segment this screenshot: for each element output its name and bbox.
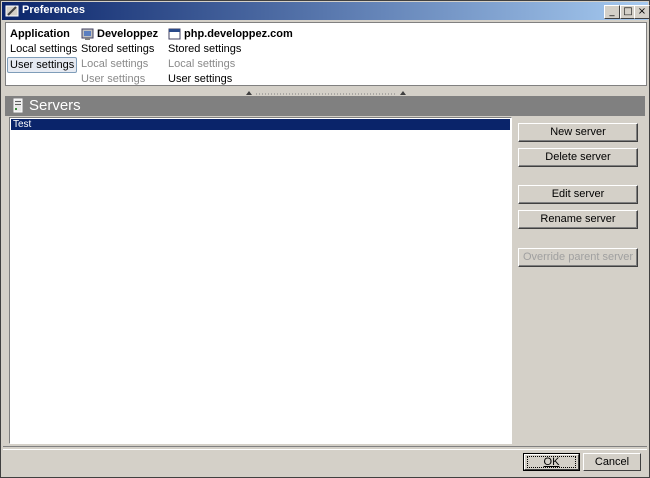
servers-title: Servers xyxy=(29,97,81,114)
php-developpez-local-settings: Local settings xyxy=(168,58,236,70)
override-parent-server-button: Override parent server xyxy=(518,248,638,267)
php-developpez-stored-settings[interactable]: Stored settings xyxy=(168,42,293,56)
maximize-icon: □ xyxy=(623,6,633,17)
developpez-label: Developpez xyxy=(97,28,159,40)
developpez-column: Developpez Stored settings Local setting… xyxy=(81,27,158,86)
application-column: Application Local settings User settings xyxy=(7,27,78,73)
edit-server-button[interactable]: Edit server xyxy=(518,185,638,204)
cancel-button[interactable]: Cancel xyxy=(583,453,641,471)
cancel-label: Cancel xyxy=(594,456,630,468)
server-list-item[interactable]: Test xyxy=(11,119,510,130)
php-developpez-label: php.developpez.com xyxy=(184,28,293,40)
preferences-app-icon xyxy=(5,5,19,17)
close-icon: × xyxy=(637,6,647,17)
minimize-icon: _ xyxy=(609,6,615,17)
title-bar[interactable]: Preferences _ □ × xyxy=(2,2,650,20)
developpez-stored-settings[interactable]: Stored settings xyxy=(81,42,158,56)
preferences-window: Preferences _ □ × Application Local sett… xyxy=(0,0,650,478)
developpez-user-settings: User settings xyxy=(81,73,146,85)
new-server-button[interactable]: New server xyxy=(518,123,638,142)
application-header: Application xyxy=(10,28,70,40)
settings-scope-nav: Application Local settings User settings… xyxy=(5,22,647,86)
focus-rectangle xyxy=(527,456,576,468)
close-button[interactable]: × xyxy=(634,5,650,19)
minimize-button[interactable]: _ xyxy=(604,5,620,19)
delete-server-button[interactable]: Delete server xyxy=(518,148,638,167)
application-user-settings[interactable]: User settings xyxy=(7,57,78,73)
monitor-icon xyxy=(81,28,94,40)
window-icon xyxy=(168,28,181,39)
php-developpez-column: php.developpez.com Stored settings Local… xyxy=(168,27,293,86)
application-local-settings[interactable]: Local settings xyxy=(10,42,77,56)
developpez-local-settings: Local settings xyxy=(81,58,149,70)
server-list[interactable]: Test xyxy=(9,117,512,444)
window-title: Preferences xyxy=(22,4,85,16)
server-icon xyxy=(13,98,23,113)
php-developpez-user-settings[interactable]: User settings xyxy=(168,72,293,86)
splitter-up-arrow-right-icon xyxy=(400,91,406,95)
developpez-header: Developpez xyxy=(81,27,158,41)
splitter-up-arrow-left-icon xyxy=(246,91,252,95)
footer-divider xyxy=(3,446,647,450)
servers-header: Servers xyxy=(5,96,645,116)
php-developpez-header: php.developpez.com xyxy=(168,27,293,41)
rename-server-button[interactable]: Rename server xyxy=(518,210,638,229)
ok-button[interactable]: OK xyxy=(523,453,580,471)
